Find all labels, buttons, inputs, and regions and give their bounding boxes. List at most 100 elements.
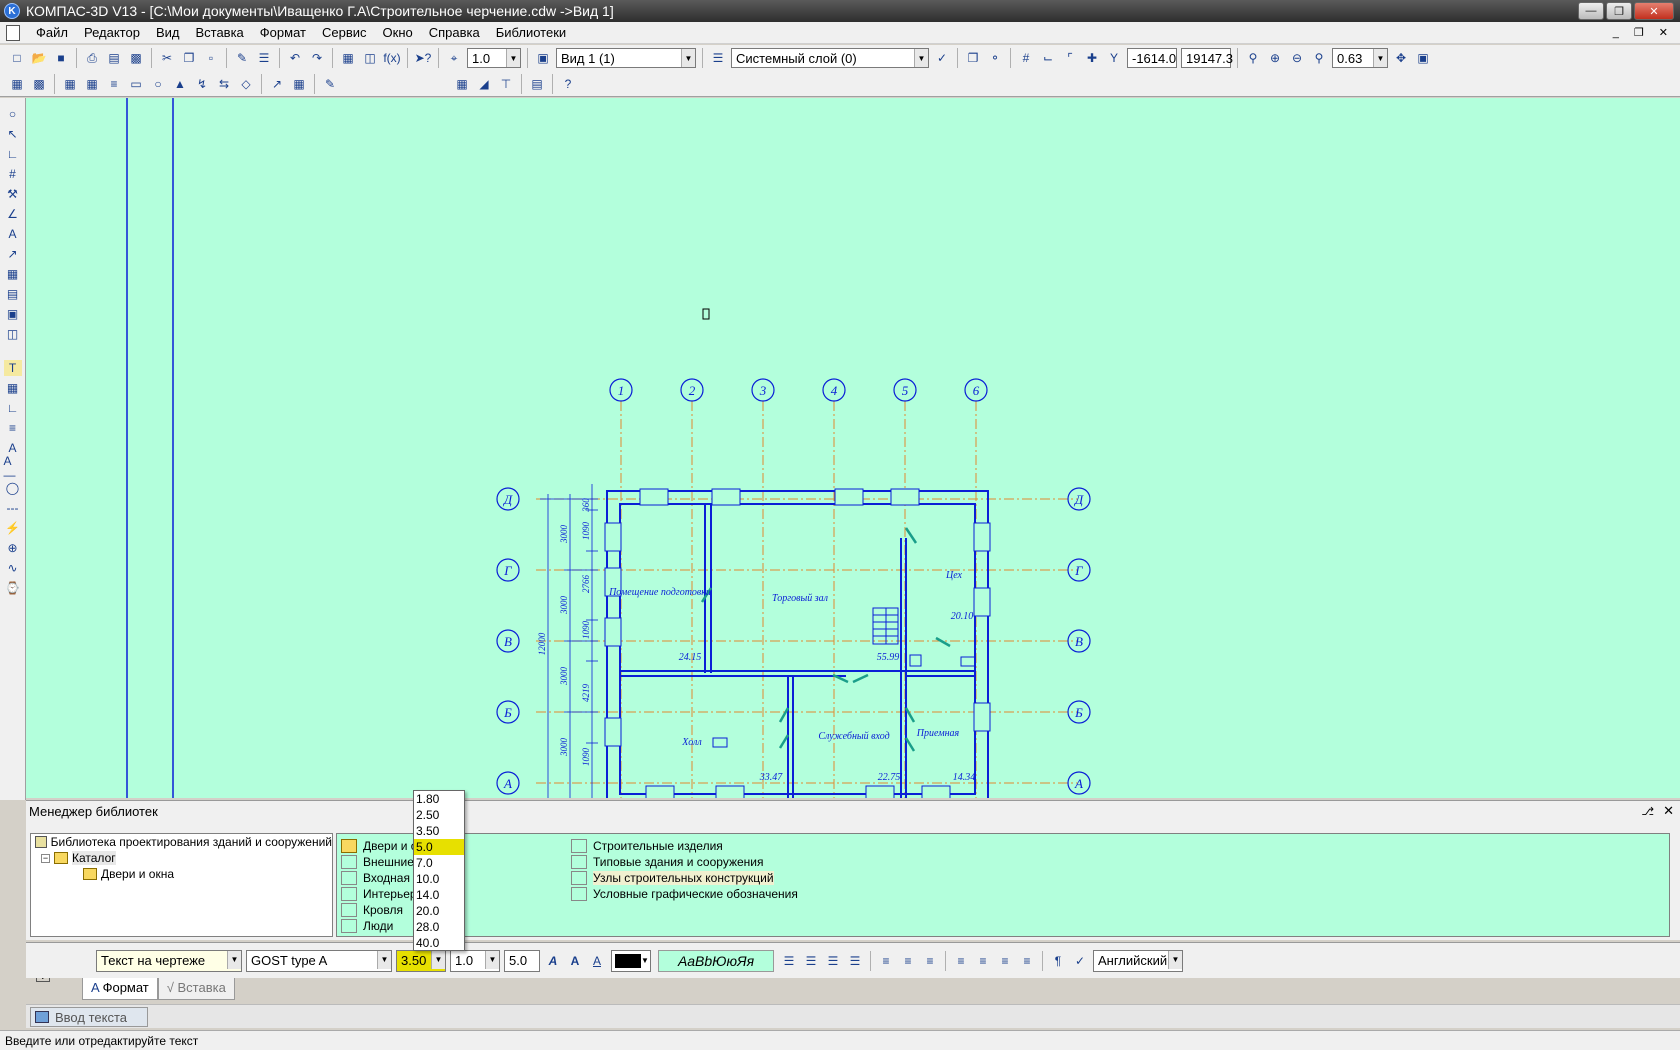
variables-icon[interactable]: f(x) xyxy=(383,49,401,67)
tool-g-icon[interactable]: ○ xyxy=(149,75,167,93)
zoom-combo[interactable]: 0.63 ▼ xyxy=(1332,48,1388,68)
list-item[interactable]: Узлы строительных конструкций xyxy=(571,870,798,886)
zoom-icon[interactable]: ⚲ xyxy=(1310,49,1328,67)
open-icon[interactable]: 📂 xyxy=(30,49,48,67)
insert-icon[interactable]: ▤ xyxy=(4,286,22,302)
align-center-icon[interactable]: ☰ xyxy=(802,952,820,970)
view-combo[interactable]: Вид 1 (1) ▼ xyxy=(556,48,696,68)
magnet-icon[interactable]: ⚬ xyxy=(986,49,1004,67)
align-left-icon[interactable]: ☰ xyxy=(780,952,798,970)
notation-icon[interactable]: ∟ xyxy=(4,146,22,162)
fragment-icon[interactable]: ▣ xyxy=(4,306,22,322)
new-document-icon[interactable]: □ xyxy=(8,49,26,67)
corner-icon[interactable]: ⌚ xyxy=(4,580,22,596)
tree-icon[interactable]: ▦ xyxy=(339,49,357,67)
italic-icon[interactable]: A xyxy=(544,952,562,970)
align-justify-icon[interactable]: ☰ xyxy=(846,952,864,970)
text-input-task-button[interactable]: Ввод текста xyxy=(30,1007,148,1027)
edit-icon[interactable]: # xyxy=(4,166,22,182)
tool-d-icon[interactable]: ▦ xyxy=(83,75,101,93)
tree-item-doors-windows[interactable]: Двери и окна xyxy=(31,866,332,882)
layers-panel-icon[interactable]: ◫ xyxy=(4,326,22,342)
minimize-button[interactable]: — xyxy=(1578,2,1604,20)
help-pointer-icon[interactable]: ➤? xyxy=(414,49,432,67)
zoom-out-icon[interactable]: ⊖ xyxy=(1288,49,1306,67)
tab-format[interactable]: A Формат xyxy=(82,978,158,1000)
grid-icon[interactable]: # xyxy=(1017,49,1035,67)
font-size-option[interactable]: 10.0 xyxy=(414,871,464,887)
menu-view[interactable]: Вид xyxy=(148,25,188,40)
layer-state-icon[interactable]: ✓ xyxy=(933,49,951,67)
table-tool-icon[interactable]: ▦ xyxy=(4,380,22,396)
font-size-option[interactable]: 2.50 xyxy=(414,807,464,823)
library-icon[interactable]: ◫ xyxy=(361,49,379,67)
paste-icon[interactable]: ▫ xyxy=(202,49,220,67)
font-size-combo[interactable]: 3.50 ▼ xyxy=(396,949,446,972)
table-icon[interactable]: ▦ xyxy=(453,75,471,93)
tool-j-icon[interactable]: ⇆ xyxy=(215,75,233,93)
fill-icon[interactable]: ◢ xyxy=(475,75,493,93)
document-icon[interactable] xyxy=(6,24,20,41)
properties-icon[interactable]: ☰ xyxy=(255,49,273,67)
coord-y-field[interactable]: 19147.3 xyxy=(1181,48,1233,68)
collapse-icon[interactable]: − xyxy=(41,853,50,863)
cut-icon[interactable]: ✂ xyxy=(158,49,176,67)
menu-format[interactable]: Формат xyxy=(252,25,314,40)
dimensions-icon[interactable]: ↖ xyxy=(4,126,22,142)
save-icon[interactable]: ■ xyxy=(52,49,70,67)
redo-icon[interactable]: ↷ xyxy=(308,49,326,67)
width-factor-combo[interactable]: 1.0 ▼ xyxy=(450,949,500,972)
align-right-icon[interactable]: ☰ xyxy=(824,952,842,970)
menu-help[interactable]: Справка xyxy=(421,25,488,40)
decrease-indent-icon[interactable]: ≡ xyxy=(1018,952,1036,970)
tool-n-icon[interactable]: ✎ xyxy=(321,75,339,93)
font-size-option[interactable]: 14.0 xyxy=(414,887,464,903)
step-combo[interactable]: 1.0 ▼ xyxy=(467,48,521,68)
zoom-in-icon[interactable]: ⊕ xyxy=(1266,49,1284,67)
layer-combo[interactable]: Системный слой (0) ▼ xyxy=(731,48,929,68)
spec-icon[interactable]: ↗ xyxy=(4,246,22,262)
line-spacing-icon[interactable]: ≡ xyxy=(899,952,917,970)
text-tool-icon[interactable]: T xyxy=(3,360,22,376)
tool-h-icon[interactable]: ▲ xyxy=(171,75,189,93)
paragraph-icon[interactable]: ¶ xyxy=(1049,952,1067,970)
layers-icon[interactable]: ☰ xyxy=(709,49,727,67)
pan-icon[interactable]: ✥ xyxy=(1392,49,1410,67)
font-size-option[interactable]: 1.80 xyxy=(414,791,464,807)
coord-x-field[interactable]: -1614.0 xyxy=(1127,48,1177,68)
text-style-combo[interactable]: Текст на чертеже ▼ xyxy=(96,949,242,972)
drawing-canvas[interactable]: 1 2 3 4 5 6 Д Г В Б А Д Г В Б А 12000 30… xyxy=(26,98,1680,798)
menu-file[interactable]: Файл xyxy=(28,25,76,40)
snap-icon[interactable]: ❐ xyxy=(964,49,982,67)
reports-icon[interactable]: ▦ xyxy=(4,266,22,282)
tool-f-icon[interactable]: ▭ xyxy=(127,75,145,93)
tool-e-icon[interactable]: ≡ xyxy=(105,75,123,93)
font-size-option[interactable]: 40.0 xyxy=(414,935,464,951)
tool-l-icon[interactable]: ↗ xyxy=(268,75,286,93)
list-item[interactable]: Условные графические обозначения xyxy=(571,886,798,902)
position-icon[interactable]: ≡ xyxy=(4,420,22,436)
menu-editor[interactable]: Редактор xyxy=(76,25,148,40)
ruler-icon[interactable]: ▤ xyxy=(528,75,546,93)
format-painter-icon[interactable]: ✎ xyxy=(233,49,251,67)
tab-insert[interactable]: √ Вставка xyxy=(157,978,235,1000)
tool-a-icon[interactable]: ▦ xyxy=(8,75,26,93)
view-icon[interactable]: ▣ xyxy=(534,49,552,67)
bullet-list-icon[interactable]: ≡ xyxy=(974,952,992,970)
center-icon[interactable]: ⊕ xyxy=(4,540,22,556)
spiral-icon[interactable]: ◯ xyxy=(4,480,22,496)
tab-stops-icon[interactable]: ≡ xyxy=(921,952,939,970)
round-icon[interactable]: ✚ xyxy=(1083,49,1101,67)
coords-icon[interactable]: Y xyxy=(1105,49,1123,67)
tool-m-icon[interactable]: ▦ xyxy=(290,75,308,93)
menu-window[interactable]: Окно xyxy=(375,25,421,40)
font-combo[interactable]: GOST type A ▼ xyxy=(246,949,392,972)
column-icon[interactable]: ⊤ xyxy=(497,75,515,93)
local-cs-icon[interactable]: ⌙ xyxy=(1039,49,1057,67)
spellcheck-icon[interactable]: ✓ xyxy=(1071,952,1089,970)
text-color-picker[interactable]: ▼ xyxy=(611,949,651,972)
mdi-controls[interactable]: _ ❐ ✕ xyxy=(1613,26,1674,39)
underline-icon[interactable]: A xyxy=(588,952,606,970)
manager-icon[interactable]: ▩ xyxy=(127,49,145,67)
font-size-option[interactable]: 28.0 xyxy=(414,919,464,935)
